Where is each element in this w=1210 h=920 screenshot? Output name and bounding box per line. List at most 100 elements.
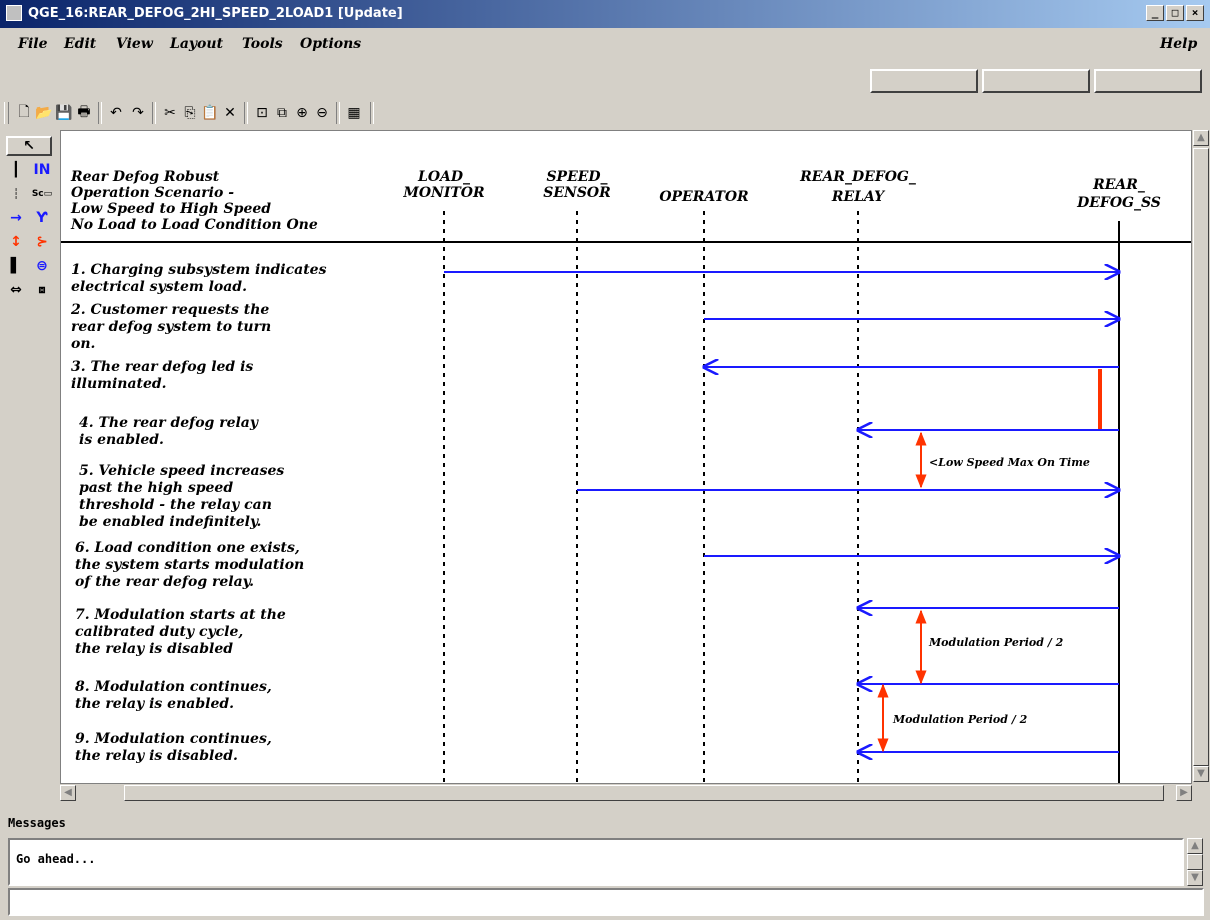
state-icon[interactable]: ⊜	[30, 256, 54, 276]
minimize-button[interactable]: _	[1146, 5, 1164, 21]
zoom-in-icon[interactable]: ⊕	[292, 103, 312, 123]
scroll-up-arrow-icon[interactable]: ▲	[1193, 130, 1209, 146]
vertical-scroll-thumb[interactable]	[1193, 148, 1209, 766]
messages-scroll-up-icon[interactable]: ▲	[1187, 838, 1203, 854]
undo-icon[interactable]: ↶	[106, 103, 126, 123]
title-bar: QGE_16:REAR_DEFOG_2HI_SPEED_2LOAD1 [Upda…	[0, 0, 1210, 28]
blank-button-1[interactable]	[870, 69, 978, 93]
menu-options[interactable]: Options	[300, 36, 361, 52]
copy-icon[interactable]: ⎘	[180, 103, 200, 123]
print-icon[interactable]: 🖶	[74, 103, 94, 123]
paste-icon[interactable]: 📋	[200, 103, 220, 123]
step-text: 6. Load condition one exists,	[75, 540, 300, 556]
app-icon[interactable]	[6, 5, 22, 21]
lifeline-label: SPEED_	[546, 169, 607, 185]
toolbar-separator	[244, 102, 248, 124]
lifeline-label: MONITOR	[402, 185, 484, 201]
toolbar-separator	[98, 102, 102, 124]
new-icon[interactable]: 🗋	[14, 103, 34, 123]
command-line[interactable]	[8, 888, 1204, 916]
step-text: the relay is enabled.	[75, 696, 234, 712]
menu-layout[interactable]: Layout	[170, 36, 223, 52]
step-text: rear defog system to turn	[71, 319, 271, 335]
messages-label: Messages	[8, 816, 66, 830]
time-constraint-icon[interactable]: ↕	[4, 232, 28, 252]
diagram-title-line: Rear Defog Robust	[70, 169, 220, 185]
select-arrow-icon[interactable]: ↖	[6, 136, 52, 156]
step-text: the relay is disabled.	[75, 748, 238, 764]
vertical-scrollbar[interactable]: ▲ ▼	[1192, 130, 1210, 784]
menu-file[interactable]: File	[18, 36, 47, 52]
blank-button-3[interactable]	[1094, 69, 1202, 93]
constraint-label: Modulation Period / 2	[892, 713, 1028, 726]
fit-icon[interactable]: ⊡	[252, 103, 272, 123]
step-text: electrical system load.	[71, 279, 247, 295]
messages-box: Go ahead...	[8, 838, 1184, 886]
grid-icon[interactable]: ▦	[344, 103, 364, 123]
command-input[interactable]	[10, 890, 1202, 914]
step-text: 1. Charging subsystem indicates	[71, 262, 327, 278]
diagram-title-line: Operation Scenario -	[71, 185, 234, 201]
menu-bar: File Edit View Layout Tools Options Help	[0, 34, 1210, 58]
self-message-icon[interactable]: Ƴ	[30, 208, 54, 228]
frame-icon[interactable]: ⧈	[30, 280, 54, 300]
toolbar-separator	[152, 102, 156, 124]
step-text: 9. Modulation continues,	[75, 731, 272, 747]
step-text: 8. Modulation continues,	[75, 679, 272, 695]
message-text: Go ahead...	[16, 852, 96, 866]
diagram-canvas[interactable]: Rear Defog Robust Operation Scenario - Low…	[60, 130, 1192, 784]
move-icon[interactable]: ⇔	[4, 280, 28, 300]
redo-icon[interactable]: ↷	[128, 103, 148, 123]
cut-icon[interactable]: ✂	[160, 103, 180, 123]
toolbar: 🗋 📂 💾 🖶 ↶ ↷ ✂ ⎘ 📋 ✕ ⊡ ⧉ ⊕ ⊖ ▦	[0, 98, 1210, 128]
constraint-label: <Low Speed Max On Time	[929, 456, 1090, 469]
toolbar-separator	[370, 102, 374, 124]
tool-palette: ↖ ┃ IN ┆ Sc▭ → Ƴ ↕ ⊱ ▌ ⊜ ⇔ ⧈	[0, 130, 58, 800]
blank-button-2[interactable]	[982, 69, 1090, 93]
menu-view[interactable]: View	[116, 36, 153, 52]
maximize-button[interactable]: □	[1166, 5, 1184, 21]
step-text: the relay is disabled	[75, 641, 233, 657]
open-icon[interactable]: 📂	[34, 103, 54, 123]
scroll-left-arrow-icon[interactable]: ◀	[60, 785, 76, 801]
messages-scroll-thumb[interactable]	[1187, 854, 1203, 870]
activation-bar-icon[interactable]: ▌	[4, 256, 28, 276]
save-icon[interactable]: 💾	[54, 103, 74, 123]
step-text: is enabled.	[79, 432, 164, 448]
step-text: be enabled indefinitely.	[79, 514, 261, 530]
step-text: the system starts modulation	[75, 557, 304, 573]
messages-scroll-down-icon[interactable]: ▼	[1187, 870, 1203, 886]
sequence-diagram: Rear Defog RobustOperation Scenario -Low…	[61, 169, 1191, 783]
lifeline-label: DEFOG_SS	[1076, 195, 1161, 211]
instance-icon[interactable]: IN	[30, 160, 54, 180]
lifeline-icon[interactable]: ┃	[4, 160, 28, 180]
message-arrow-icon[interactable]: →	[4, 208, 28, 228]
lifeline-label: LOAD_	[417, 169, 470, 185]
step-text: 4. The rear defog relay	[79, 415, 259, 431]
diagram-title-line: Low Speed to High Speed	[70, 201, 271, 217]
step-text: 5. Vehicle speed increases	[79, 463, 284, 479]
lifeline-label: RELAY	[831, 189, 886, 205]
toolbar-grip	[4, 102, 9, 124]
scroll-right-arrow-icon[interactable]: ▶	[1176, 785, 1192, 801]
menu-help[interactable]: Help	[1160, 36, 1197, 52]
menu-edit[interactable]: Edit	[64, 36, 96, 52]
constraint-label-icon[interactable]: ⊱	[30, 232, 54, 252]
step-text: illuminated.	[71, 376, 167, 392]
horizontal-scroll-thumb[interactable]	[124, 785, 1164, 801]
horizontal-scrollbar[interactable]: ◀ ▶	[60, 784, 1192, 802]
close-button[interactable]: ×	[1186, 5, 1204, 21]
dashed-lifeline-icon[interactable]: ┆	[4, 184, 28, 204]
zoom-area-icon[interactable]: ⧉	[272, 103, 292, 123]
note-icon[interactable]: Sc▭	[30, 184, 54, 204]
toolbar-separator	[336, 102, 340, 124]
delete-icon[interactable]: ✕	[220, 103, 240, 123]
lifeline-label: OPERATOR	[659, 189, 748, 205]
zoom-out-icon[interactable]: ⊖	[312, 103, 332, 123]
step-text: 3. The rear defog led is	[71, 359, 253, 375]
step-text: 7. Modulation starts at the	[75, 607, 286, 623]
menu-tools[interactable]: Tools	[242, 36, 283, 52]
messages-scrollbar[interactable]: ▲ ▼	[1186, 838, 1204, 886]
scroll-down-arrow-icon[interactable]: ▼	[1193, 766, 1209, 782]
step-text: threshold - the relay can	[79, 497, 272, 513]
